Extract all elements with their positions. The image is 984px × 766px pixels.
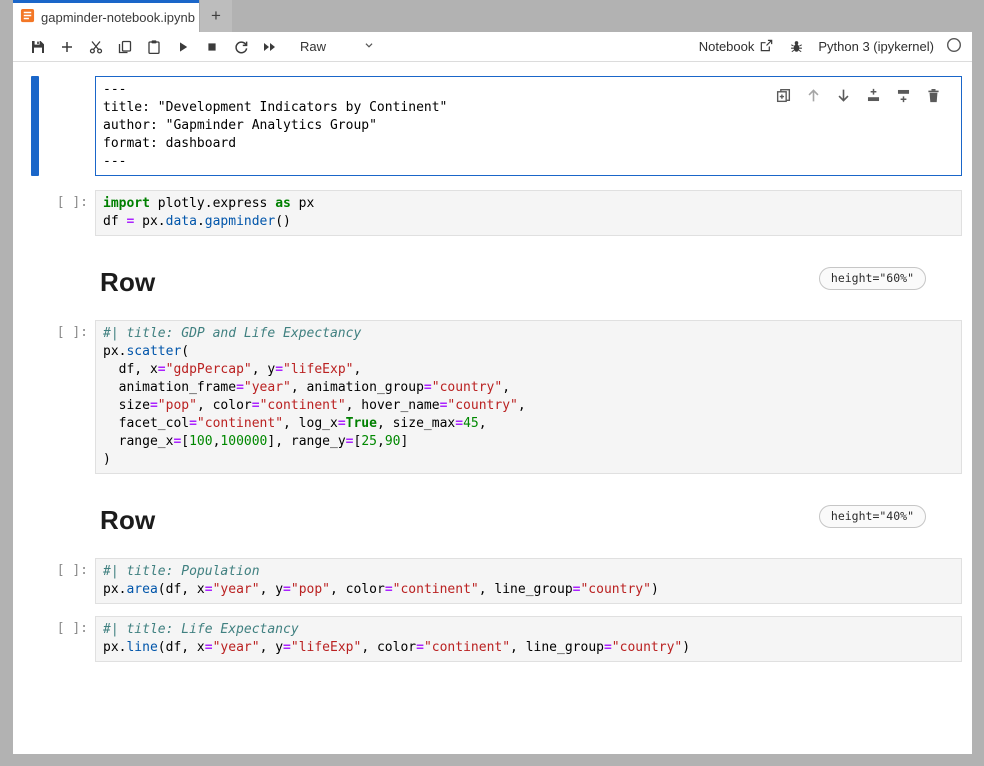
code-line: author: "Gapminder Analytics Group" [103,117,954,135]
height-attribute-badge: height="40%" [819,505,926,528]
code-line: px.area(df, x="year", y="pop", color="co… [103,581,954,599]
code-line: #| title: Life Expectancy [103,621,954,639]
copy-icon[interactable] [110,34,139,60]
code-line: px.scatter( [103,343,954,361]
tab-bar: gapminder-notebook.ipynb × + [13,0,972,32]
insert-cell-below-icon[interactable] [895,87,912,104]
cell-type-dropdown[interactable]: Raw [300,38,376,55]
add-cell-icon[interactable] [52,34,81,60]
row-heading: Row [100,505,155,536]
run-all-icon[interactable] [255,34,284,60]
code-line: facet_col="continent", log_x=True, size_… [103,415,954,433]
cell-prompt [13,76,95,176]
delete-cell-icon[interactable] [925,87,942,104]
code-cell-editor[interactable]: import plotly.express as pxdf = px.data.… [95,190,962,236]
notebook-toolbar: Raw Notebook Python 3 (ipykernel) [13,32,972,62]
cell-prompt: [ ]: [13,616,95,662]
row-heading: Row [100,267,155,298]
notebook-panel: ---title: "Development Indicators by Con… [13,62,972,754]
cell-collapser[interactable] [31,616,39,662]
code-line: #| title: GDP and Life Expectancy [103,325,954,343]
cell-collapser[interactable] [31,320,39,474]
notebook-label: Notebook [699,39,755,54]
cell-code-area: [ ]: #| title: Populationpx.area(df, x="… [13,558,972,604]
tab-gapminder-notebook[interactable]: gapminder-notebook.ipynb × [13,0,199,32]
code-line: #| title: Population [103,563,954,581]
code-cell-editor[interactable]: #| title: GDP and Life Expectancypx.scat… [95,320,962,474]
markdown-cell-row-2[interactable]: Row height="40%" [100,502,926,538]
jupyterlab-window: gapminder-notebook.ipynb × + [13,0,972,754]
stop-icon[interactable] [197,34,226,60]
code-line: import plotly.express as px [103,195,954,213]
code-line: size="pop", color="continent", hover_nam… [103,397,954,415]
new-tab-button[interactable]: + [199,0,232,32]
cell-collapser[interactable] [31,190,39,236]
code-line: format: dashboard [103,135,954,153]
code-line: ) [103,451,954,469]
code-line: range_x=[100,100000], range_y=[25,90] [103,433,954,451]
code-line: df, x="gdpPercap", y="lifeExp", [103,361,954,379]
code-line: animation_frame="year", animation_group=… [103,379,954,397]
bug-debugger-icon[interactable] [786,34,806,60]
restart-kernel-icon[interactable] [226,34,255,60]
cell-type-value: Raw [300,39,362,54]
cell-raw-frontmatter: ---title: "Development Indicators by Con… [13,76,972,176]
save-icon[interactable] [23,34,52,60]
external-link-icon [759,38,774,56]
cell-toolbar [773,86,944,105]
kernel-status-icon [946,37,962,56]
toolbar-right: Notebook Python 3 (ipykernel) [699,34,962,60]
cell-prompt: [ ]: [13,190,95,236]
tab-title: gapminder-notebook.ipynb [41,10,195,25]
cell-prompt: [ ]: [13,320,95,474]
cell-code-import: [ ]: import plotly.express as pxdf = px.… [13,190,972,236]
cell-code-scatter: [ ]: #| title: GDP and Life Expectancypx… [13,320,972,474]
notebook-file-icon [20,8,35,28]
chevron-down-icon [362,38,376,55]
code-line: px.line(df, x="year", y="lifeExp", color… [103,639,954,657]
paste-icon[interactable] [139,34,168,60]
code-line: df = px.data.gapminder() [103,213,954,231]
open-notebook-button[interactable]: Notebook [699,38,775,56]
move-cell-up-icon[interactable] [805,87,822,104]
duplicate-cell-icon[interactable] [775,87,792,104]
code-line: --- [103,153,954,171]
cell-code-line: [ ]: #| title: Life Expectancypx.line(df… [13,616,972,662]
cut-icon[interactable] [81,34,110,60]
insert-cell-above-icon[interactable] [865,87,882,104]
height-attribute-badge: height="60%" [819,267,926,290]
code-cell-editor[interactable]: #| title: Life Expectancypx.line(df, x="… [95,616,962,662]
code-cell-editor[interactable]: #| title: Populationpx.area(df, x="year"… [95,558,962,604]
cell-collapser[interactable] [31,558,39,604]
kernel-name[interactable]: Python 3 (ipykernel) [818,39,934,54]
run-icon[interactable] [168,34,197,60]
move-cell-down-icon[interactable] [835,87,852,104]
markdown-cell-row-1[interactable]: Row height="60%" [100,264,926,300]
cell-prompt: [ ]: [13,558,95,604]
cell-collapser[interactable] [31,76,39,176]
